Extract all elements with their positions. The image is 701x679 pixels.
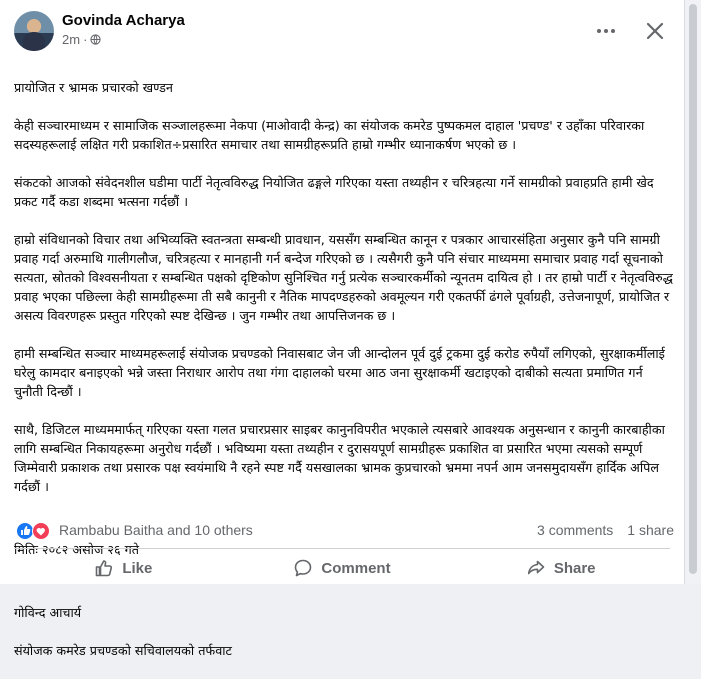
reaction-icons[interactable] — [16, 522, 52, 540]
like-label: Like — [122, 559, 153, 577]
post-paragraph: हाम्रो संविधानको विचार तथा अभिव्यक्ति स्… — [14, 232, 673, 323]
post-paragraph: हामी सम्बन्धित सञ्चार माध्यमहरूलाई संयोज… — [14, 346, 665, 399]
post-paragraph: केही सञ्चारमाध्यम र सामाजिक सञ्जालहरूमा … — [14, 118, 645, 152]
more-dot-icon — [597, 29, 601, 33]
scrollbar-thumb[interactable] — [689, 4, 697, 574]
meta-separator: · — [83, 32, 88, 47]
actions-divider — [14, 548, 670, 549]
share-button[interactable]: Share — [451, 552, 670, 584]
thumbs-up-icon — [96, 560, 113, 577]
post-paragraph: साथै, डिजिटल माध्यममार्फत् गरिएका यस्ता … — [14, 422, 665, 494]
globe-icon — [90, 34, 102, 45]
author-name[interactable]: Govinda Acharya — [62, 12, 185, 29]
like-button[interactable]: Like — [14, 552, 233, 584]
post-card: Govinda Acharya 2m · प्रायोजित र भ्रामक प… — [0, 0, 685, 658]
close-icon[interactable] — [641, 17, 669, 45]
share-label: Share — [553, 559, 596, 577]
post-paragraph: संकटको आजको संवेदनशील घडीमा पार्टी नेतृत… — [14, 175, 654, 209]
post-paragraph: प्रायोजित र भ्रामक प्रचारको खण्डन — [14, 80, 173, 95]
reaction-names-link[interactable]: Rambabu Baitha and 10 others — [59, 522, 253, 538]
reactions-bar: Rambabu Baitha and 10 others 3 comments 1… — [14, 520, 674, 542]
post-actions: Like Comment Share — [14, 552, 670, 584]
share-icon — [527, 560, 545, 575]
shares-count-link[interactable]: 1 share — [627, 522, 674, 538]
signature-office: संयोजक कमरेड प्रचण्डको सचिवालयको तर्फवाट — [14, 643, 232, 658]
more-dot-icon — [604, 29, 608, 33]
comment-icon — [295, 559, 312, 577]
post-timestamp[interactable]: 2m — [62, 32, 80, 47]
signature-name: गोविन्द आचार्य — [14, 605, 82, 620]
post-body: प्रायोजित र भ्रामक प्रचारको खण्डन केही स… — [14, 59, 674, 679]
comment-button[interactable]: Comment — [233, 552, 452, 584]
comments-count-link[interactable]: 3 comments — [537, 522, 613, 538]
post-meta: 2m · — [62, 32, 102, 47]
more-options-button[interactable] — [592, 17, 620, 45]
love-icon — [32, 522, 50, 540]
avatar[interactable] — [14, 11, 54, 51]
more-dot-icon — [611, 29, 615, 33]
comment-label: Comment — [321, 559, 391, 577]
like-icon — [16, 522, 34, 540]
engagement-counts: 3 comments 1 share — [523, 522, 674, 538]
post-header: Govinda Acharya 2m · — [14, 11, 674, 51]
